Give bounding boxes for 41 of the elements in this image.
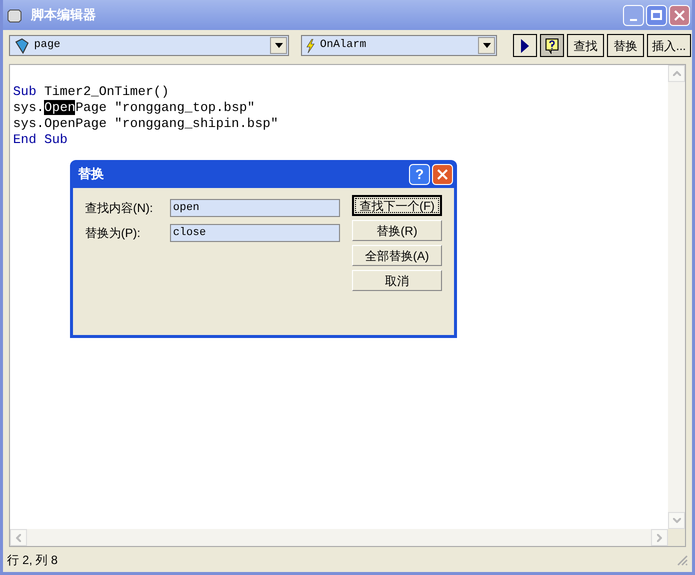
- code-line: End Sub: [13, 132, 68, 148]
- close-icon: [674, 10, 685, 20]
- run-button[interactable]: [513, 34, 537, 57]
- dialog-title: 替换: [78, 165, 105, 184]
- field-label: 替换为(P):: [85, 225, 142, 242]
- help-button[interactable]: ?: [409, 164, 430, 184]
- vertical-scrollbar[interactable]: [668, 65, 685, 529]
- input-field[interactable]: open: [170, 199, 340, 217]
- scroll-right-icon[interactable]: [651, 529, 668, 546]
- field-label: 查找内容(N):: [85, 200, 154, 217]
- dialog-button[interactable]: 查找下一个(F): [352, 195, 442, 216]
- horizontal-scrollbar[interactable]: [10, 529, 668, 546]
- close-button[interactable]: [669, 4, 690, 26]
- scrollbar-corner: [668, 529, 685, 546]
- code-line: Sub Timer2_OnTimer(): [13, 84, 170, 100]
- dropdown[interactable]: page: [9, 35, 289, 56]
- toolbar-button[interactable]: 查找: [567, 34, 604, 57]
- toolbar-button[interactable]: 插入...: [647, 34, 692, 57]
- minimize-button[interactable]: [623, 4, 644, 26]
- dialog-button[interactable]: 取消: [352, 270, 442, 291]
- code-line: sys.OpenPage "ronggang_shipin.bsp": [13, 116, 278, 132]
- maximize-button[interactable]: [646, 4, 667, 26]
- scroll-up-icon[interactable]: [668, 65, 685, 82]
- dialog-button[interactable]: 替换(R): [352, 220, 442, 241]
- dropdown[interactable]: OnAlarm: [301, 35, 497, 56]
- help-bubble-icon: [545, 38, 559, 54]
- toolbar-button[interactable]: 替换: [607, 34, 644, 57]
- scroll-left-icon[interactable]: [10, 529, 27, 546]
- help-button[interactable]: [540, 34, 564, 57]
- object-icon: [14, 38, 30, 54]
- play-icon: [521, 38, 529, 52]
- close-icon: [437, 168, 448, 180]
- dialog-button[interactable]: 全部替换(A): [352, 245, 442, 266]
- code-line: sys.OpenPage "ronggang_top.bsp": [13, 100, 255, 116]
- close-button[interactable]: [432, 164, 453, 184]
- input-field[interactable]: close: [170, 224, 340, 242]
- resize-grip-icon[interactable]: [676, 554, 688, 566]
- scroll-down-icon[interactable]: [668, 512, 685, 529]
- status-text: 行 2, 列 8: [7, 552, 58, 568]
- lightning-icon: [306, 38, 316, 52]
- window-title: 脚本编辑器: [31, 6, 97, 24]
